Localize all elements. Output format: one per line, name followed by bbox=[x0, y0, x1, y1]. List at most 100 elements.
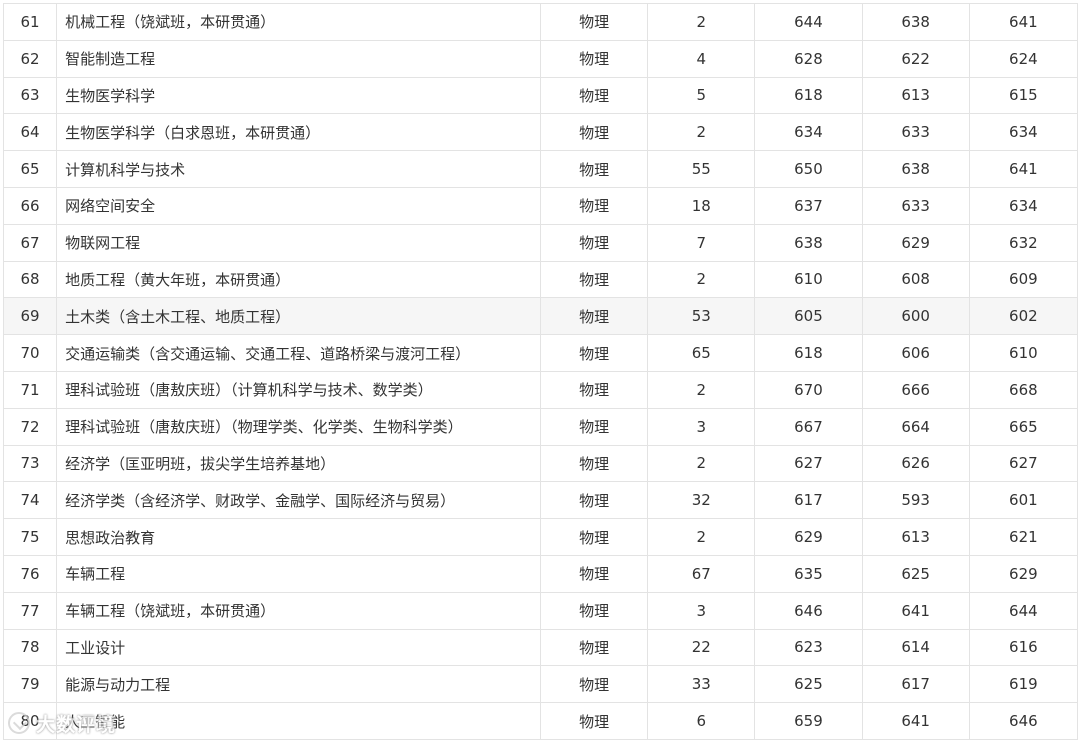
subject-cell: 物理 bbox=[539, 150, 649, 188]
admit-count-cell: 7 bbox=[647, 223, 756, 262]
major-name-cell: 地质工程（黄大年班，本研贯通） bbox=[56, 260, 541, 299]
admit-count-cell: 32 bbox=[647, 481, 756, 520]
row-index-cell: 76 bbox=[2, 554, 58, 593]
major-name-cell: 能源与动力工程 bbox=[56, 665, 541, 704]
admit-count-cell: 18 bbox=[647, 186, 756, 225]
avg-score-cell: 615 bbox=[968, 76, 1079, 115]
avg-score-cell: 668 bbox=[968, 370, 1079, 409]
avg-score-cell: 610 bbox=[968, 334, 1079, 372]
watermark-text: 大数评境 bbox=[36, 713, 117, 736]
avg-score-cell: 646 bbox=[968, 702, 1079, 740]
major-name-cell: 经济学类（含经济学、财政学、金融学、国际经济与贸易） bbox=[56, 481, 541, 520]
max-score-cell: 638 bbox=[754, 223, 863, 262]
admit-count-cell: 2 bbox=[647, 370, 756, 409]
major-name-cell: 理科试验班（唐敖庆班）（计算机科学与技术、数学类） bbox=[56, 370, 541, 409]
min-score-cell: 617 bbox=[861, 665, 970, 704]
row-index-cell: 69 bbox=[2, 297, 58, 336]
min-score-cell: 664 bbox=[861, 407, 970, 446]
major-name-cell: 生物医学科学 bbox=[56, 76, 541, 115]
min-score-cell: 638 bbox=[861, 150, 970, 188]
max-score-cell: 617 bbox=[754, 481, 863, 520]
max-score-cell: 659 bbox=[754, 702, 863, 740]
admit-count-cell: 2 bbox=[647, 3, 756, 41]
major-name-cell: 机械工程（饶斌班，本研贯通） bbox=[56, 3, 541, 41]
avg-score-cell: 665 bbox=[968, 407, 1079, 446]
admit-count-cell: 67 bbox=[647, 554, 756, 593]
row-index-cell: 75 bbox=[2, 518, 58, 556]
max-score-cell: 628 bbox=[754, 39, 863, 78]
subject-cell: 物理 bbox=[539, 3, 649, 41]
max-score-cell: 618 bbox=[754, 334, 863, 372]
table-row: 63 生物医学科学 物理 5 618 613 615 bbox=[2, 76, 1079, 115]
subject-cell: 物理 bbox=[539, 665, 649, 704]
major-name-cell: 智能制造工程 bbox=[56, 39, 541, 78]
row-index-cell: 68 bbox=[2, 260, 58, 299]
subject-cell: 物理 bbox=[539, 223, 649, 262]
avg-score-cell: 627 bbox=[968, 444, 1079, 483]
min-score-cell: 638 bbox=[861, 3, 970, 41]
min-score-cell: 593 bbox=[861, 481, 970, 520]
subject-cell: 物理 bbox=[539, 39, 649, 78]
avg-score-cell: 644 bbox=[968, 591, 1079, 630]
subject-cell: 物理 bbox=[539, 407, 649, 446]
admit-count-cell: 2 bbox=[647, 113, 756, 152]
logo-icon bbox=[8, 712, 30, 734]
subject-cell: 物理 bbox=[539, 113, 649, 152]
max-score-cell: 667 bbox=[754, 407, 863, 446]
table-row: 68 地质工程（黄大年班，本研贯通） 物理 2 610 608 609 bbox=[2, 260, 1079, 299]
row-index-cell: 74 bbox=[2, 481, 58, 520]
min-score-cell: 625 bbox=[861, 554, 970, 593]
admit-count-cell: 33 bbox=[647, 665, 756, 704]
table-row: 64 生物医学科学（白求恩班，本研贯通） 物理 2 634 633 634 bbox=[2, 113, 1079, 152]
min-score-cell: 641 bbox=[861, 591, 970, 630]
subject-cell: 物理 bbox=[539, 554, 649, 593]
major-name-cell: 生物医学科学（白求恩班，本研贯通） bbox=[56, 113, 541, 152]
row-index-cell: 65 bbox=[2, 150, 58, 188]
min-score-cell: 629 bbox=[861, 223, 970, 262]
subject-cell: 物理 bbox=[539, 518, 649, 556]
table-row: 66 网络空间安全 物理 18 637 633 634 bbox=[2, 186, 1079, 225]
table-row: 80 人工智能 物理 6 659 641 646 bbox=[2, 702, 1079, 740]
avg-score-cell: 634 bbox=[968, 186, 1079, 225]
min-score-cell: 633 bbox=[861, 113, 970, 152]
min-score-cell: 613 bbox=[861, 518, 970, 556]
min-score-cell: 613 bbox=[861, 76, 970, 115]
row-index-cell: 66 bbox=[2, 186, 58, 225]
admit-count-cell: 2 bbox=[647, 260, 756, 299]
row-index-cell: 77 bbox=[2, 591, 58, 630]
avg-score-cell: 601 bbox=[968, 481, 1079, 520]
row-index-cell: 62 bbox=[2, 39, 58, 78]
avg-score-cell: 641 bbox=[968, 150, 1079, 188]
subject-cell: 物理 bbox=[539, 444, 649, 483]
table-row: 65 计算机科学与技术 物理 55 650 638 641 bbox=[2, 150, 1079, 188]
max-score-cell: 629 bbox=[754, 518, 863, 556]
max-score-cell: 644 bbox=[754, 3, 863, 41]
max-score-cell: 637 bbox=[754, 186, 863, 225]
subject-cell: 物理 bbox=[539, 481, 649, 520]
avg-score-cell: 602 bbox=[968, 297, 1079, 336]
major-name-cell: 人工智能 bbox=[56, 702, 541, 740]
avg-score-cell: 616 bbox=[968, 628, 1079, 667]
major-name-cell: 经济学（匡亚明班，拔尖学生培养基地） bbox=[56, 444, 541, 483]
table-row: 72 理科试验班（唐敖庆班）（物理学类、化学类、生物科学类） 物理 3 667 664 66… bbox=[2, 407, 1079, 446]
row-index-cell: 64 bbox=[2, 113, 58, 152]
admit-count-cell: 6 bbox=[647, 702, 756, 740]
admit-count-cell: 22 bbox=[647, 628, 756, 667]
max-score-cell: 605 bbox=[754, 297, 863, 336]
max-score-cell: 650 bbox=[754, 150, 863, 188]
table-row: 75 思想政治教育 物理 2 629 613 621 bbox=[2, 518, 1079, 556]
min-score-cell: 666 bbox=[861, 370, 970, 409]
table-row: 71 理科试验班（唐敖庆班）（计算机科学与技术、数学类） 物理 2 670 666 668 bbox=[2, 370, 1079, 409]
admit-count-cell: 3 bbox=[647, 591, 756, 630]
row-index-cell: 70 bbox=[2, 334, 58, 372]
min-score-cell: 606 bbox=[861, 334, 970, 372]
max-score-cell: 646 bbox=[754, 591, 863, 630]
avg-score-cell: 609 bbox=[968, 260, 1079, 299]
max-score-cell: 635 bbox=[754, 554, 863, 593]
min-score-cell: 608 bbox=[861, 260, 970, 299]
max-score-cell: 670 bbox=[754, 370, 863, 409]
table-row: 76 车辆工程 物理 67 635 625 629 bbox=[2, 554, 1079, 593]
row-index-cell: 73 bbox=[2, 444, 58, 483]
subject-cell: 物理 bbox=[539, 297, 649, 336]
row-index-cell: 67 bbox=[2, 223, 58, 262]
